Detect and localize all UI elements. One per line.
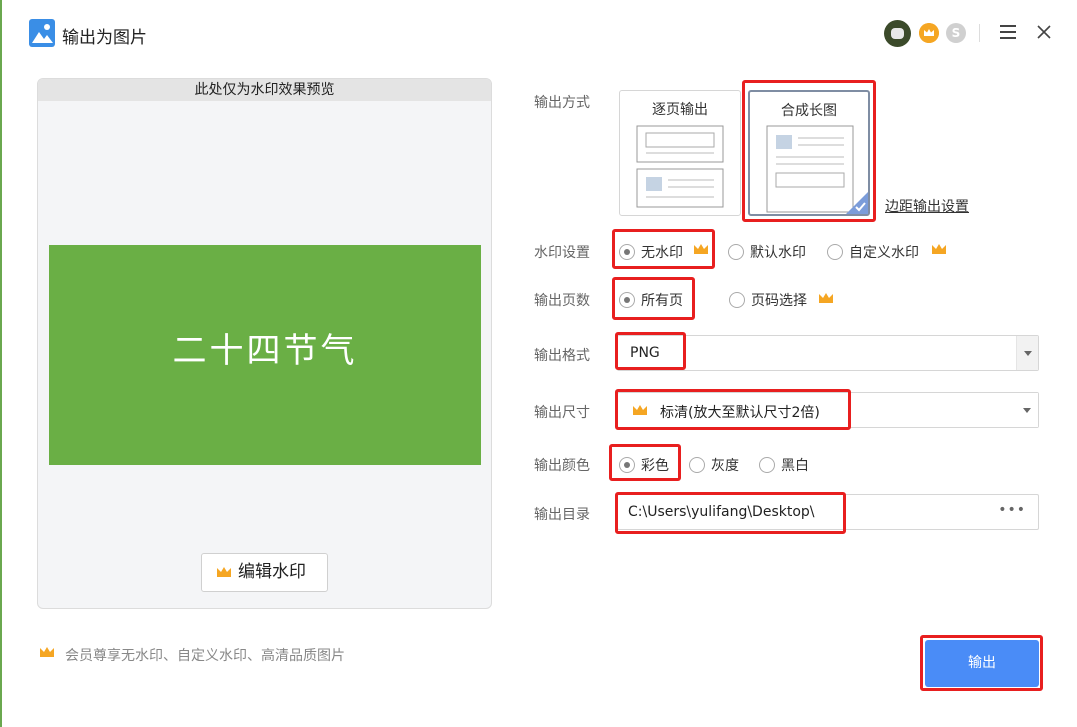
color-label: 输出颜色	[534, 458, 590, 474]
export-button[interactable]: 输出	[925, 640, 1039, 687]
size-value: 标清(放大至默认尺寸2倍)	[660, 405, 820, 421]
radio-dot	[619, 457, 635, 473]
chevron-down-icon[interactable]	[1016, 336, 1038, 370]
long-image-thumbnail-icon	[766, 125, 854, 213]
crown-icon	[932, 244, 946, 254]
radio-color[interactable]: 彩色	[619, 455, 669, 475]
radio-label: 自定义水印	[849, 245, 919, 261]
crown-icon	[819, 293, 833, 303]
radio-label: 彩色	[641, 458, 669, 474]
s-badge-icon[interactable]: S	[946, 23, 966, 43]
radio-dot	[759, 457, 775, 473]
radio-dot	[689, 457, 705, 473]
chevron-down-icon[interactable]	[1016, 393, 1038, 427]
radio-no-watermark[interactable]: 无水印	[619, 242, 683, 262]
window-left-edge	[0, 0, 2, 727]
output-directory-field[interactable]: C:\Users\yulifang\Desktop\ •••	[617, 494, 1039, 530]
avatar[interactable]	[884, 20, 911, 47]
close-icon[interactable]	[1035, 23, 1053, 41]
image-app-icon	[29, 19, 55, 47]
edit-watermark-label: 编辑水印	[238, 562, 306, 582]
output-mode-long-image-label: 合成长图	[781, 103, 837, 119]
radio-default-watermark[interactable]: 默认水印	[728, 242, 806, 262]
menu-icon[interactable]	[1000, 25, 1016, 39]
radio-label: 所有页	[641, 293, 683, 309]
vip-note: 会员尊享无水印、自定义水印、高清品质图片	[65, 648, 345, 664]
output-mode-label: 输出方式	[534, 95, 590, 111]
format-select[interactable]: PNG	[617, 335, 1039, 371]
window-title: 输出为图片	[62, 28, 147, 48]
margin-settings-link[interactable]: 边距输出设置	[885, 196, 969, 216]
browse-more-icon[interactable]: •••	[998, 502, 1026, 518]
radio-label: 默认水印	[750, 245, 806, 261]
radio-dot	[827, 244, 843, 260]
radio-grayscale[interactable]: 灰度	[689, 455, 739, 475]
format-value: PNG	[630, 345, 660, 361]
crown-icon	[694, 244, 708, 254]
radio-label: 黑白	[781, 458, 809, 474]
radio-dot	[728, 244, 744, 260]
crown-icon	[633, 405, 647, 415]
radio-page-select[interactable]: 页码选择	[729, 290, 807, 310]
per-page-thumbnail-icon	[636, 125, 724, 208]
radio-black-white[interactable]: 黑白	[759, 455, 809, 475]
preview-image: 二十四节气	[49, 245, 481, 465]
selected-check-icon	[846, 192, 868, 214]
size-label: 输出尺寸	[534, 405, 590, 421]
size-select[interactable]: 标清(放大至默认尺寸2倍)	[617, 392, 1039, 428]
output-mode-per-page-label: 逐页输出	[652, 102, 708, 118]
radio-dot	[619, 292, 635, 308]
radio-label: 无水印	[641, 245, 683, 261]
vip-badge-icon[interactable]	[919, 23, 939, 43]
directory-label: 输出目录	[534, 507, 590, 523]
watermark-preview-panel: 此处仅为水印效果预览 二十四节气 编辑水印	[37, 78, 492, 609]
preview-header: 此处仅为水印效果预览	[38, 79, 491, 101]
edit-watermark-button[interactable]: 编辑水印	[201, 553, 328, 592]
toolbar-divider	[979, 24, 980, 42]
radio-dot	[729, 292, 745, 308]
crown-icon	[217, 567, 231, 577]
radio-dot	[619, 244, 635, 260]
output-mode-long-image[interactable]: 合成长图	[748, 90, 870, 216]
watermark-label: 水印设置	[534, 245, 590, 261]
radio-all-pages[interactable]: 所有页	[619, 290, 683, 310]
preview-image-text: 二十四节气	[172, 331, 358, 371]
output-mode-per-page[interactable]: 逐页输出	[619, 90, 741, 216]
radio-custom-watermark[interactable]: 自定义水印	[827, 242, 919, 262]
pages-label: 输出页数	[534, 293, 590, 309]
radio-label: 灰度	[711, 458, 739, 474]
title-bar: 输出为图片 S	[0, 0, 1077, 66]
radio-label: 页码选择	[751, 293, 807, 309]
output-directory-value: C:\Users\yulifang\Desktop\	[628, 504, 815, 520]
crown-icon	[40, 647, 54, 657]
format-label: 输出格式	[534, 348, 590, 364]
